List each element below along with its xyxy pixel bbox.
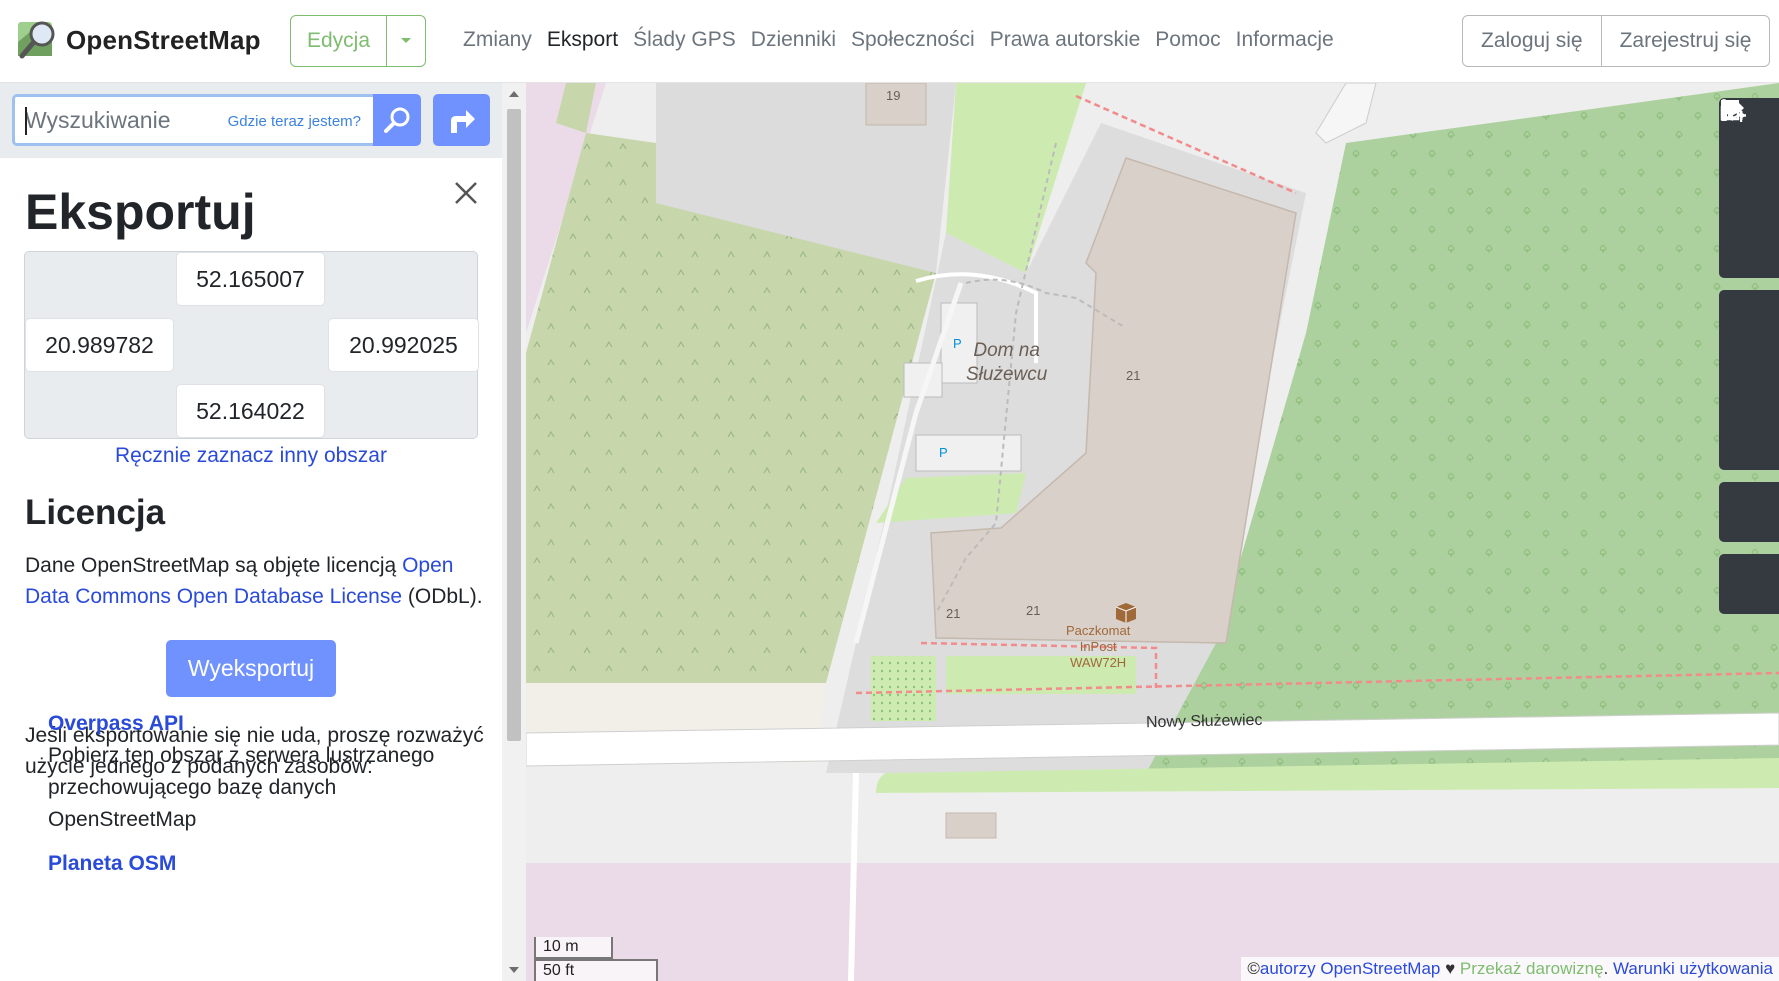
nav-gps-traces[interactable]: Ślady GPS: [633, 28, 736, 52]
planet-osm-link[interactable]: Planeta OSM: [48, 852, 488, 876]
osm-logo-text: OpenStreetMap: [66, 24, 261, 55]
where-am-i-link[interactable]: Gdzie teraz jestem?: [228, 113, 361, 130]
map-key-button[interactable]: [1719, 99, 1779, 410]
map-view[interactable]: Dom na Służewcu Nowy Służewiec Paczkomat…: [526, 83, 1779, 981]
top-header: OpenStreetMap Edycja Zmiany Eksport Ślad…: [0, 0, 1779, 83]
nav-about[interactable]: Informacje: [1236, 28, 1334, 52]
parcel-locker-icon: [1115, 603, 1137, 623]
svg-text:?: ?: [1738, 111, 1745, 124]
add-note-button[interactable]: [1719, 100, 1779, 542]
license-title: Licencja: [25, 493, 166, 532]
nav-export[interactable]: Eksport: [547, 28, 618, 52]
building-name-line-2: Służewcu: [966, 364, 1048, 385]
osm-logo-link[interactable]: OpenStreetMap: [16, 18, 261, 62]
manual-select-link[interactable]: Ręcznie zaznacz inny obszar: [0, 444, 502, 468]
export-title: Eksportuj: [25, 184, 256, 240]
edit-dropdown-toggle[interactable]: [387, 16, 425, 66]
query-cursor-icon: ?: [1723, 100, 1745, 124]
note-controls: [1719, 100, 1779, 542]
attribution-separator: .: [1603, 959, 1613, 978]
resource-planet: Planeta OSM: [48, 852, 488, 876]
auth-buttons: Zaloguj się Zarejestruj się: [1462, 15, 1771, 67]
close-icon[interactable]: [452, 179, 480, 207]
query-features-button[interactable]: ?: [1719, 100, 1779, 614]
map-controls: ?: [1719, 98, 1779, 626]
layers-button[interactable]: [1719, 101, 1779, 350]
house-number-label: 21: [1126, 368, 1141, 383]
map-attribution: ©autorzy OpenStreetMap ♥ Przekaż darowiz…: [1241, 957, 1779, 981]
heart-separator: ♥: [1440, 959, 1460, 978]
overpass-api-link[interactable]: Overpass API: [48, 712, 488, 736]
directions-icon: [450, 110, 475, 133]
search-placeholder: Wyszukiwanie: [25, 107, 171, 133]
map-options: [1719, 99, 1779, 470]
scale-feet: 50 ft: [534, 959, 658, 981]
nav-communities[interactable]: Społeczności: [851, 28, 975, 52]
parcel-locker-label: Paczkomat InPost WAW72H: [1066, 623, 1130, 671]
edit-button[interactable]: Edycja: [291, 16, 387, 66]
bbox-max-lon-input[interactable]: 20.992025: [328, 318, 479, 372]
building-name-label: Dom na Służewcu: [966, 339, 1047, 387]
bbox-min-lat-input[interactable]: 52.164022: [176, 384, 325, 438]
osm-logo-icon: [18, 21, 55, 59]
sidebar-scrollbar[interactable]: [502, 83, 526, 981]
search-input[interactable]: Wyszukiwanie Gdzie teraz jestem?: [12, 94, 376, 146]
parcel-locker-line-2: InPost: [1079, 639, 1117, 654]
parcel-locker-line-3: WAW72H: [1070, 655, 1127, 670]
parking-label: P: [939, 445, 948, 460]
street-label: Nowy Służewiec: [1145, 711, 1263, 732]
building-name-line-1: Dom na: [973, 340, 1040, 361]
terms-link[interactable]: Warunki użytkowania: [1613, 959, 1773, 978]
map-scale: 10 m 50 ft: [534, 937, 658, 981]
bounding-box-inputs: 52.165007 20.989782 20.992025 52.164022: [24, 251, 479, 439]
osm-authors-link[interactable]: autorzy OpenStreetMap: [1260, 959, 1440, 978]
house-number-label: 21: [1026, 603, 1041, 618]
house-number-label: 19: [886, 88, 901, 103]
bbox-max-lat-input[interactable]: 52.165007: [176, 252, 325, 306]
license-text: Dane OpenStreetMap są objęte licencją: [25, 554, 403, 577]
parcel-locker-line-1: Paczkomat: [1066, 623, 1131, 638]
search-icon: [384, 107, 410, 133]
scroll-up-arrow-icon[interactable]: [509, 91, 519, 97]
login-button[interactable]: Zaloguj się: [1463, 16, 1601, 66]
license-paragraph: Dane OpenStreetMap są objęte licencją Op…: [25, 550, 495, 612]
nav-copyright[interactable]: Prawa autorskie: [990, 28, 1141, 52]
export-button[interactable]: Wyeksportuj: [166, 640, 336, 697]
scroll-thumb[interactable]: [507, 109, 521, 741]
parking-label: P: [953, 336, 962, 351]
zoom-controls: [1719, 98, 1779, 278]
house-number-label: 21: [946, 606, 961, 621]
edit-button-group: Edycja: [290, 15, 426, 67]
bbox-min-lon-input[interactable]: 20.989782: [25, 318, 174, 372]
zoom-out-button[interactable]: [1719, 107, 1779, 218]
sidebar: Wyszukiwanie Gdzie teraz jestem? Eksport…: [0, 83, 526, 981]
resource-overpass: Overpass API Pobierz ten obszar z serwer…: [48, 712, 488, 836]
text-cursor: [25, 107, 27, 135]
nav-diaries[interactable]: Dzienniki: [751, 28, 836, 52]
directions-button[interactable]: [433, 94, 490, 146]
register-button[interactable]: Zarejestruj się: [1600, 16, 1770, 66]
nav-changes[interactable]: Zmiany: [463, 28, 532, 52]
caret-down-icon: [401, 38, 411, 43]
main-nav: Zmiany Eksport Ślady GPS Dzienniki Społe…: [463, 28, 1349, 52]
share-button[interactable]: [1719, 101, 1779, 470]
query-controls: ?: [1719, 100, 1779, 614]
donate-link[interactable]: Przekaż darowiznę: [1460, 959, 1604, 978]
search-button[interactable]: [373, 94, 421, 146]
search-bar: Wyszukiwanie Gdzie teraz jestem?: [0, 83, 502, 158]
license-suffix: (ODbL).: [402, 585, 483, 608]
overpass-description: Pobierz ten obszar z serwera lustrzanego…: [48, 744, 435, 831]
scale-meters: 10 m: [534, 937, 613, 959]
locate-button[interactable]: [1719, 100, 1779, 278]
nav-help[interactable]: Pomoc: [1155, 28, 1220, 52]
scroll-down-arrow-icon[interactable]: [509, 967, 519, 973]
map-tiles: [526, 83, 1779, 981]
copyright-symbol: ©: [1247, 959, 1260, 978]
